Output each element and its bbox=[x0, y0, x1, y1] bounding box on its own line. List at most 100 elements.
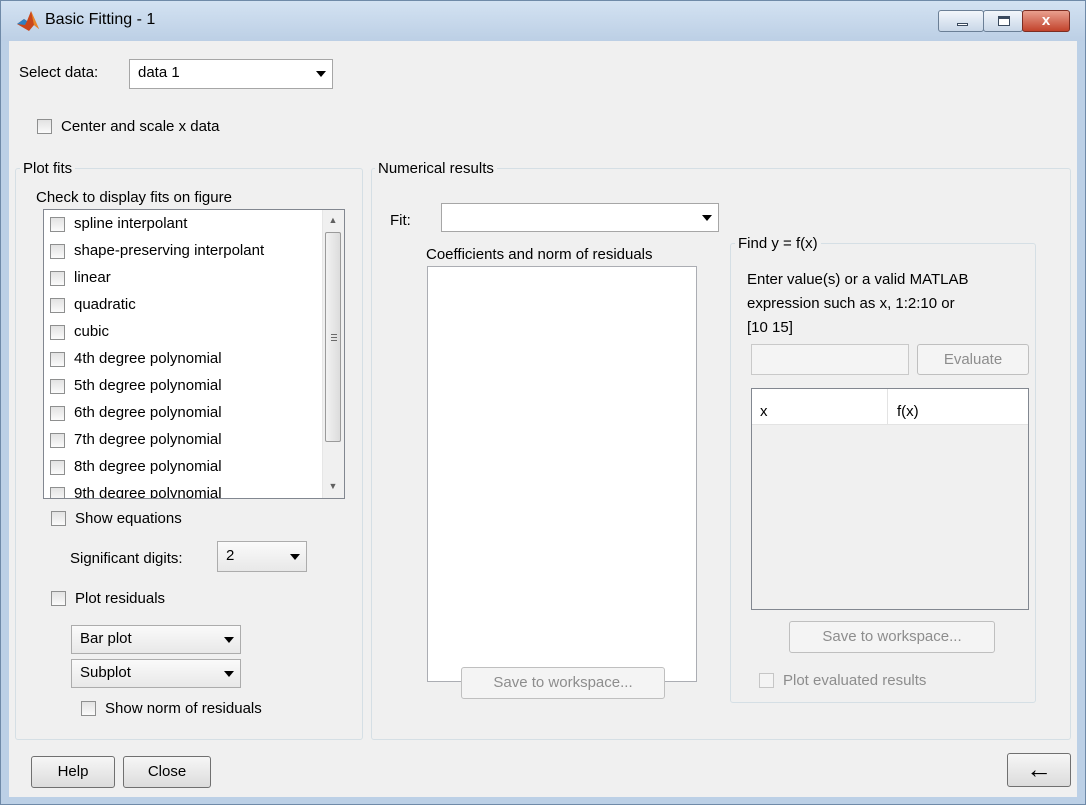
results-table[interactable]: x f(x) bbox=[751, 388, 1029, 610]
close-window-button[interactable]: x bbox=[1022, 10, 1070, 32]
grip-line bbox=[331, 334, 337, 335]
list-item[interactable]: 6th degree polynomial bbox=[44, 400, 334, 427]
plot-fits-hint: Check to display fits on figure bbox=[36, 189, 232, 206]
list-item[interactable]: 4th degree polynomial bbox=[44, 346, 334, 373]
help-button[interactable]: Help bbox=[31, 756, 115, 788]
fit-label: Fit: bbox=[390, 212, 411, 229]
find-instructions-line3: [10 15] bbox=[747, 319, 793, 336]
find-instructions-line1: Enter value(s) or a valid MATLAB bbox=[747, 271, 969, 288]
dialog-client-area: Select data: data 1 Center and scale x d… bbox=[9, 41, 1077, 797]
list-item-label: 8th degree polynomial bbox=[74, 458, 222, 475]
list-item[interactable]: 7th degree polynomial bbox=[44, 427, 334, 454]
list-item[interactable]: 8th degree polynomial bbox=[44, 454, 334, 481]
evaluate-button[interactable]: Evaluate bbox=[917, 344, 1029, 375]
column-header-fx-label: f(x) bbox=[897, 403, 919, 420]
chevron-down-icon bbox=[702, 214, 712, 221]
close-icon: x bbox=[1041, 12, 1051, 29]
save-evaluated-label: Save to workspace... bbox=[822, 628, 962, 645]
grip-line bbox=[331, 337, 337, 338]
select-data-label: Select data: bbox=[19, 64, 99, 81]
fit-checkbox[interactable] bbox=[50, 244, 65, 259]
fit-types-list[interactable]: spline interpolant shape-preserving inte… bbox=[43, 209, 345, 499]
evaluate-label: Evaluate bbox=[943, 351, 1003, 368]
close-label: Close bbox=[147, 763, 187, 780]
fit-dropdown[interactable] bbox=[441, 203, 719, 232]
numerical-results-title: Numerical results bbox=[375, 160, 497, 177]
significant-digits-label: Significant digits: bbox=[70, 550, 183, 567]
fit-checkbox[interactable] bbox=[50, 406, 65, 421]
list-item[interactable]: linear bbox=[44, 265, 334, 292]
save-coefficients-label: Save to workspace... bbox=[493, 674, 633, 691]
basic-fitting-window: Basic Fitting - 1 x Select data: data 1 … bbox=[0, 0, 1086, 805]
column-header-fx[interactable]: f(x) bbox=[889, 389, 1028, 425]
find-x-input[interactable] bbox=[751, 344, 909, 375]
significant-digits-dropdown[interactable]: 2 bbox=[217, 541, 307, 572]
matlab-logo-icon bbox=[17, 11, 39, 31]
scroll-down-icon[interactable]: ▼ bbox=[323, 476, 343, 496]
list-item-label: shape-preserving interpolant bbox=[74, 242, 265, 259]
list-item-label: spline interpolant bbox=[74, 215, 188, 232]
residual-plot-type-value: Bar plot bbox=[80, 630, 132, 647]
save-evaluated-button[interactable]: Save to workspace... bbox=[789, 621, 995, 653]
list-item-label: cubic bbox=[74, 323, 110, 340]
fit-checkbox[interactable] bbox=[50, 271, 65, 286]
show-equations-label: Show equations bbox=[75, 510, 182, 527]
select-data-dropdown[interactable]: data 1 bbox=[129, 59, 333, 89]
arrow-left-icon: ← bbox=[1026, 754, 1052, 784]
column-header-x-label: x bbox=[760, 403, 768, 420]
fit-checkbox[interactable] bbox=[50, 460, 65, 475]
list-item[interactable]: quadratic bbox=[44, 292, 334, 319]
list-item-label: 7th degree polynomial bbox=[74, 431, 222, 448]
close-button[interactable]: Close bbox=[123, 756, 211, 788]
fit-checkbox[interactable] bbox=[50, 217, 65, 232]
plot-residuals-label: Plot residuals bbox=[75, 590, 166, 607]
list-item[interactable]: shape-preserving interpolant bbox=[44, 238, 334, 265]
fit-checkbox[interactable] bbox=[50, 298, 65, 313]
plot-evaluated-label: Plot evaluated results bbox=[783, 672, 927, 689]
find-panel-title: Find y = f(x) bbox=[735, 235, 821, 252]
maximize-button[interactable] bbox=[983, 10, 1023, 32]
coefficients-display[interactable] bbox=[427, 266, 697, 682]
maximize-icon bbox=[998, 16, 1010, 26]
column-header-x[interactable]: x bbox=[752, 389, 888, 425]
list-item[interactable]: spline interpolant bbox=[44, 211, 334, 238]
fit-checkbox[interactable] bbox=[50, 352, 65, 367]
show-equations-checkbox[interactable] bbox=[51, 511, 66, 526]
center-scale-label: Center and scale x data bbox=[61, 118, 220, 135]
fit-checkbox[interactable] bbox=[50, 433, 65, 448]
save-coefficients-button[interactable]: Save to workspace... bbox=[461, 667, 665, 699]
list-item-label: 6th degree polynomial bbox=[74, 404, 222, 421]
select-data-value: data 1 bbox=[138, 64, 180, 81]
chevron-down-icon bbox=[224, 636, 234, 643]
center-scale-checkbox[interactable] bbox=[37, 119, 52, 134]
results-table-header: x f(x) bbox=[752, 389, 1028, 425]
plot-fits-title: Plot fits bbox=[20, 160, 76, 177]
list-item[interactable]: cubic bbox=[44, 319, 334, 346]
residual-location-value: Subplot bbox=[80, 664, 131, 681]
list-scrollbar[interactable]: ▲ ▼ bbox=[322, 210, 344, 498]
minimize-icon bbox=[957, 23, 968, 26]
list-item[interactable]: 9th degree polynomial bbox=[44, 481, 334, 499]
collapse-panel-button[interactable]: ← bbox=[1007, 753, 1071, 787]
scroll-up-icon[interactable]: ▲ bbox=[323, 210, 343, 230]
fit-checkbox[interactable] bbox=[50, 379, 65, 394]
list-item-label: 9th degree polynomial bbox=[74, 485, 222, 499]
list-item-label: linear bbox=[74, 269, 111, 286]
significant-digits-value: 2 bbox=[226, 547, 235, 564]
residual-location-dropdown[interactable]: Subplot bbox=[71, 659, 241, 688]
plot-evaluated-checkbox[interactable] bbox=[759, 673, 774, 688]
fit-checkbox[interactable] bbox=[50, 487, 65, 498]
fit-checkbox[interactable] bbox=[50, 325, 65, 340]
plot-residuals-checkbox[interactable] bbox=[51, 591, 66, 606]
minimize-button[interactable] bbox=[938, 10, 984, 32]
list-item[interactable]: 5th degree polynomial bbox=[44, 373, 334, 400]
title-bar[interactable]: Basic Fitting - 1 x bbox=[1, 1, 1085, 41]
residual-plot-type-dropdown[interactable]: Bar plot bbox=[71, 625, 241, 654]
coefficients-label: Coefficients and norm of residuals bbox=[426, 246, 653, 263]
show-norm-label: Show norm of residuals bbox=[105, 700, 262, 717]
show-norm-checkbox[interactable] bbox=[81, 701, 96, 716]
scroll-thumb[interactable] bbox=[325, 232, 341, 442]
help-label: Help bbox=[57, 763, 89, 780]
chevron-down-icon bbox=[224, 670, 234, 677]
list-item-label: quadratic bbox=[74, 296, 136, 313]
